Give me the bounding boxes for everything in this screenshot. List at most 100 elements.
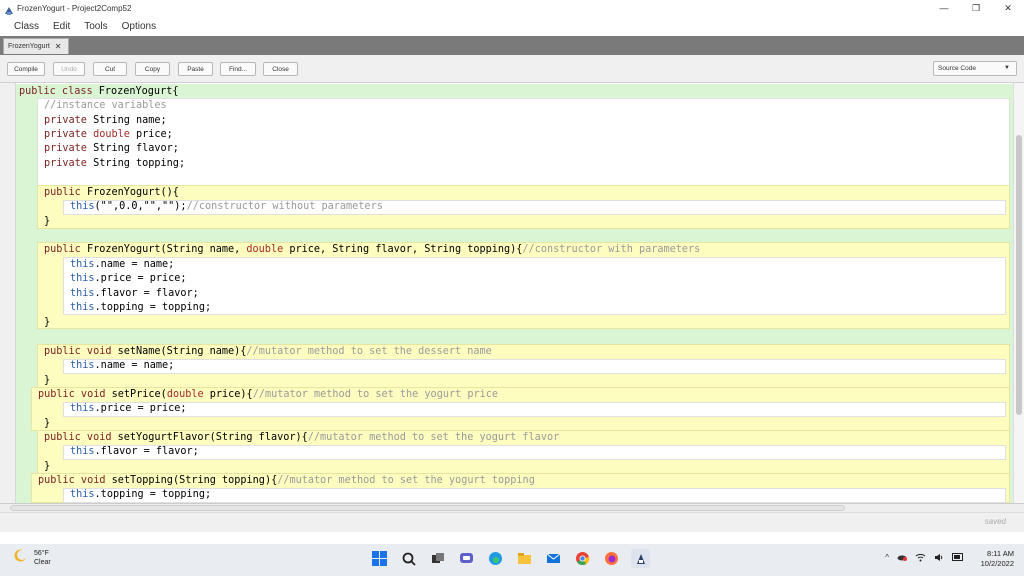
horizontal-scrollbar[interactable] bbox=[0, 503, 1024, 512]
menu-edit[interactable]: Edit bbox=[53, 21, 70, 32]
code-token: //mutator method to set the dessert name bbox=[246, 346, 492, 357]
battery-icon[interactable] bbox=[952, 553, 964, 564]
code-token: } bbox=[44, 418, 51, 429]
code-token: String topping; bbox=[93, 158, 186, 169]
code-token: //mutator method to set the yogurt toppi… bbox=[277, 475, 535, 486]
menu-tools[interactable]: Tools bbox=[84, 21, 107, 32]
code-line: this.name = name; bbox=[70, 258, 174, 272]
wifi-icon[interactable] bbox=[915, 553, 926, 564]
code-token: .name = name; bbox=[94, 360, 175, 371]
weather-temp: 56°F bbox=[34, 549, 49, 557]
code-token: .topping = topping; bbox=[94, 302, 212, 313]
onedrive-icon[interactable] bbox=[897, 553, 907, 564]
compile-button[interactable]: Compile bbox=[7, 62, 45, 76]
menu-options[interactable]: Options bbox=[122, 21, 156, 32]
code-line: public FrozenYogurt(){ bbox=[44, 186, 179, 200]
code-line: } bbox=[44, 374, 50, 388]
chevron-up-icon[interactable]: ^ bbox=[885, 553, 889, 564]
code-token: private bbox=[44, 158, 94, 169]
menu-bar: Class Edit Tools Options bbox=[0, 16, 1024, 36]
window-controls: — ❐ ✕ bbox=[928, 0, 1024, 16]
code-token: FrozenYogurt(){ bbox=[86, 187, 179, 198]
code-token: } bbox=[44, 461, 51, 472]
find-button[interactable]: Find... bbox=[220, 62, 256, 76]
horizontal-scroll-thumb[interactable] bbox=[10, 505, 845, 511]
clock-date: 10/2/2022 bbox=[980, 559, 1014, 568]
mail-icon[interactable] bbox=[544, 549, 563, 568]
volume-icon[interactable] bbox=[934, 553, 944, 564]
maximize-button[interactable]: ❐ bbox=[960, 0, 992, 16]
undo-button[interactable]: Undo bbox=[53, 62, 85, 76]
code-token: public void bbox=[44, 432, 118, 443]
menu-class[interactable]: Class bbox=[14, 21, 39, 32]
code-token: .topping = topping; bbox=[94, 489, 212, 500]
code-token: setPrice( bbox=[111, 389, 167, 400]
code-token: setTopping(String topping){ bbox=[111, 475, 278, 486]
task-view-icon[interactable] bbox=[428, 549, 447, 568]
code-token: FrozenYogurt{ bbox=[98, 86, 179, 97]
chrome-icon[interactable] bbox=[573, 549, 592, 568]
code-line: public void setYogurtFlavor(String flavo… bbox=[44, 431, 559, 445]
save-status: saved bbox=[984, 517, 1006, 526]
tab-frozenyogurt[interactable]: FrozenYogurt ✕ bbox=[3, 38, 69, 54]
close-window-button[interactable]: ✕ bbox=[992, 0, 1024, 16]
taskbar-apps bbox=[370, 549, 650, 568]
code-token: private bbox=[44, 115, 94, 126]
code-token: //constructor without parameters bbox=[186, 201, 383, 212]
code-line: private double price; bbox=[44, 128, 173, 142]
window-title: FrozenYogurt - Project2Comp52 bbox=[17, 3, 132, 13]
code-editor[interactable]: public class FrozenYogurt{//instance var… bbox=[0, 83, 1024, 503]
code-line: public void setTopping(String topping){/… bbox=[38, 474, 535, 488]
tab-close-icon[interactable]: ✕ bbox=[55, 42, 62, 51]
file-explorer-icon[interactable] bbox=[515, 549, 534, 568]
close-button[interactable]: Close bbox=[263, 62, 298, 76]
taskbar-clock[interactable]: 8:11 AM 10/2/2022 bbox=[981, 549, 1014, 569]
code-token: //mutator method to set the yogurt flavo… bbox=[307, 432, 560, 443]
status-bar: saved bbox=[0, 512, 1024, 532]
search-icon[interactable] bbox=[399, 549, 418, 568]
code-line: public void setName(String name){//mutat… bbox=[44, 345, 492, 359]
code-token: this bbox=[70, 201, 95, 212]
method-body bbox=[63, 402, 1006, 417]
code-token: .flavor = flavor; bbox=[94, 288, 199, 299]
bluej-icon[interactable] bbox=[631, 549, 650, 568]
code-line: this.price = price; bbox=[70, 272, 187, 286]
code-token: setYogurtFlavor(String flavor){ bbox=[117, 432, 308, 443]
start-icon[interactable] bbox=[370, 549, 389, 568]
cut-button[interactable]: Cut bbox=[93, 62, 127, 76]
paste-button[interactable]: Paste bbox=[178, 62, 213, 76]
view-mode-select[interactable]: Source Code ▼ bbox=[933, 61, 1017, 76]
teams-chat-icon[interactable] bbox=[457, 549, 476, 568]
minimize-button[interactable]: — bbox=[928, 0, 960, 16]
vertical-scrollbar[interactable] bbox=[1013, 83, 1024, 503]
code-token: .price = price; bbox=[94, 273, 187, 284]
copy-button[interactable]: Copy bbox=[135, 62, 170, 76]
code-line: this.name = name; bbox=[70, 359, 174, 373]
code-token: double bbox=[166, 389, 210, 400]
code-token: double bbox=[93, 129, 137, 140]
code-line: public void setPrice(double price){//mut… bbox=[38, 388, 498, 402]
code-token: FrozenYogurt(String name, bbox=[86, 244, 247, 255]
weather-widget[interactable]: 56°F Clear bbox=[14, 548, 51, 567]
firefox-icon[interactable] bbox=[602, 549, 621, 568]
chevron-down-icon: ▼ bbox=[1004, 65, 1010, 71]
code-token: String name; bbox=[93, 115, 167, 126]
vertical-scroll-thumb[interactable] bbox=[1016, 135, 1022, 415]
window-bottom-margin bbox=[0, 532, 1024, 544]
method-body bbox=[63, 445, 1006, 460]
code-line: this.topping = topping; bbox=[70, 488, 211, 502]
code-token: } bbox=[44, 317, 51, 328]
code-line: private String topping; bbox=[44, 157, 185, 171]
system-tray: ^ bbox=[885, 553, 964, 564]
tab-label: FrozenYogurt bbox=[8, 43, 50, 50]
code-line: this.price = price; bbox=[70, 402, 187, 416]
code-token: private bbox=[44, 129, 94, 140]
code-token: this bbox=[70, 259, 95, 270]
moon-icon bbox=[14, 548, 28, 567]
code-token: double bbox=[246, 244, 290, 255]
code-line: this.topping = topping; bbox=[70, 301, 211, 315]
code-token: ("",0.0,"",""); bbox=[94, 201, 187, 212]
code-token: .name = name; bbox=[94, 259, 175, 270]
code-token: public bbox=[44, 187, 87, 198]
edge-icon[interactable] bbox=[486, 549, 505, 568]
